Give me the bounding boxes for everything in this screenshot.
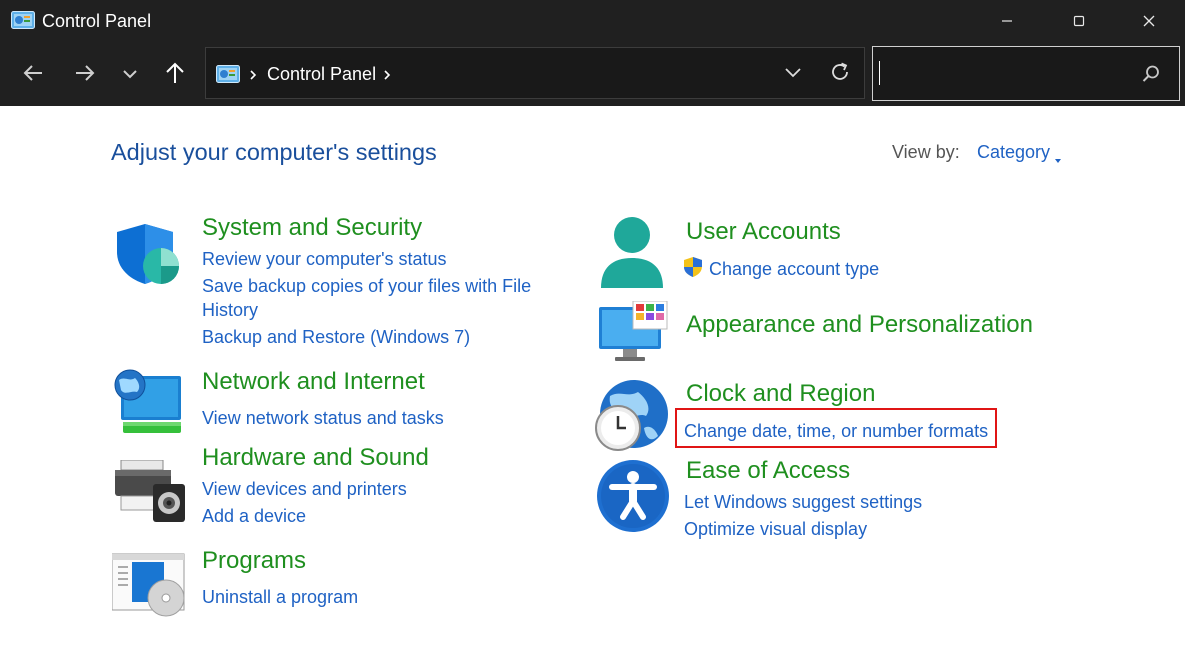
maximize-button[interactable]	[1047, 0, 1111, 42]
search-input[interactable]	[877, 51, 1131, 97]
breadcrumb-separator-icon[interactable]	[248, 68, 258, 86]
maximize-icon	[1073, 15, 1085, 27]
search-icon[interactable]	[1141, 64, 1161, 89]
category-system-and-security[interactable]: System and Security	[202, 214, 422, 242]
link-optimize-visual-display[interactable]: Optimize visual display	[684, 518, 867, 540]
arrow-up-icon	[165, 62, 185, 89]
link-add-a-device[interactable]: Add a device	[202, 505, 306, 527]
minimize-icon	[1001, 15, 1013, 27]
shield-icon[interactable]	[115, 222, 181, 293]
link-let-windows-suggest-settings[interactable]: Let Windows suggest settings	[684, 491, 922, 513]
category-appearance-and-personalization[interactable]: Appearance and Personalization	[686, 311, 1033, 339]
page-title: Adjust your computer's settings	[111, 139, 437, 165]
address-bar[interactable]: Control Panel	[205, 47, 865, 99]
uac-shield-icon	[683, 256, 703, 283]
breadcrumb-separator-icon[interactable]	[382, 68, 392, 86]
navigation-bar: Control Panel	[0, 44, 1185, 106]
breadcrumb-item[interactable]: Control Panel	[267, 64, 376, 85]
category-network-and-internet[interactable]: Network and Internet	[202, 368, 425, 396]
view-by-label: View by:	[892, 142, 960, 162]
refresh-button[interactable]	[827, 61, 853, 87]
recent-locations-button[interactable]	[112, 58, 148, 92]
back-button[interactable]	[15, 58, 51, 92]
control-panel-icon	[11, 11, 35, 29]
link-review-computer-status[interactable]: Review your computer's status	[202, 248, 447, 270]
programs-disc-icon[interactable]	[111, 552, 186, 623]
title-bar: Control Panel	[0, 0, 1185, 44]
category-programs[interactable]: Programs	[202, 547, 306, 575]
user-icon[interactable]	[600, 216, 664, 295]
search-box[interactable]	[872, 46, 1180, 101]
clock-globe-icon[interactable]	[594, 378, 670, 457]
close-icon	[1142, 14, 1156, 28]
category-hardware-and-sound[interactable]: Hardware and Sound	[202, 444, 429, 472]
category-clock-and-region[interactable]: Clock and Region	[686, 380, 875, 408]
arrow-right-icon	[74, 64, 96, 87]
link-backup-and-restore[interactable]: Backup and Restore (Windows 7)	[202, 326, 470, 348]
refresh-icon	[829, 61, 851, 88]
monitor-palette-icon[interactable]	[599, 300, 671, 370]
caret-down-icon[interactable]	[1055, 150, 1061, 168]
arrow-left-icon	[22, 64, 44, 87]
category-user-accounts[interactable]: User Accounts	[686, 218, 841, 246]
close-button[interactable]	[1117, 0, 1181, 42]
link-view-devices-and-printers[interactable]: View devices and printers	[202, 478, 407, 500]
accessibility-icon[interactable]	[596, 459, 670, 538]
category-ease-of-access[interactable]: Ease of Access	[686, 457, 850, 485]
forward-button[interactable]	[67, 58, 103, 92]
chevron-down-icon	[122, 66, 138, 84]
link-save-backup-copies-cont[interactable]: History	[202, 299, 258, 321]
address-history-button[interactable]	[780, 62, 806, 86]
network-globe-icon[interactable]	[113, 368, 183, 441]
link-save-backup-copies[interactable]: Save backup copies of your files with Fi…	[202, 275, 531, 297]
link-uninstall-a-program[interactable]: Uninstall a program	[202, 586, 358, 608]
up-button[interactable]	[157, 58, 193, 92]
highlight-box	[675, 408, 997, 448]
printer-speaker-icon[interactable]	[115, 459, 187, 527]
chevron-down-icon	[784, 65, 802, 83]
minimize-button[interactable]	[975, 0, 1039, 42]
link-change-account-type[interactable]: Change account type	[709, 258, 879, 280]
view-by-dropdown[interactable]: Category	[977, 142, 1050, 163]
link-view-network-status[interactable]: View network status and tasks	[202, 407, 444, 429]
window-title: Control Panel	[42, 11, 152, 31]
control-panel-icon	[216, 65, 240, 83]
